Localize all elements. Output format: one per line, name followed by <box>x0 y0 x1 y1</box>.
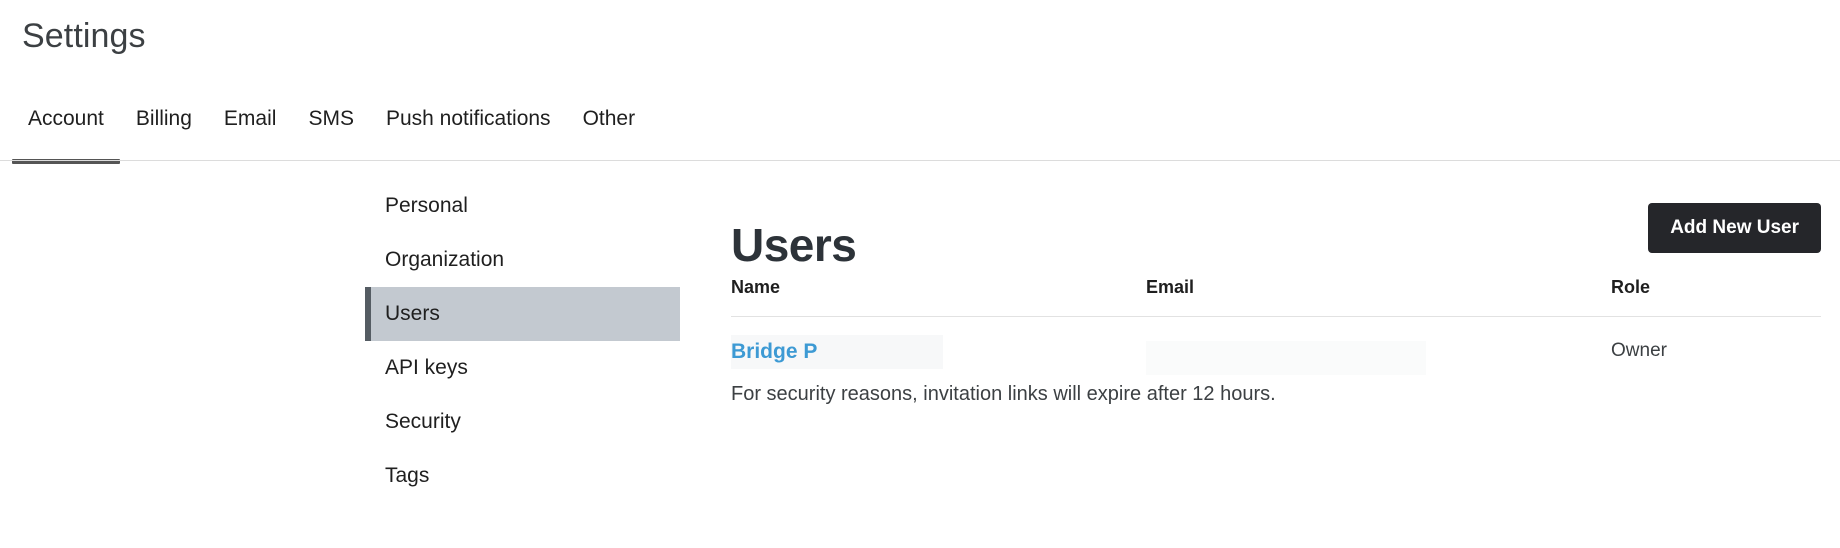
settings-page: Settings Account Billing Email SMS Push … <box>0 0 1840 548</box>
section-title: Users <box>731 218 857 271</box>
tab-other[interactable]: Other <box>567 98 652 134</box>
cell-name: Bridge P <box>731 317 1146 376</box>
tab-bar: Account Billing Email SMS Push notificat… <box>0 98 1840 164</box>
sidebar-item-tags[interactable]: Tags <box>365 449 680 503</box>
users-panel: Users Add New User Name Email Role Bridg… <box>731 163 1821 405</box>
sidebar-item-users[interactable]: Users <box>365 287 680 341</box>
column-header-email[interactable]: Email <box>1146 276 1611 317</box>
users-panel-header: Users Add New User <box>731 163 1821 271</box>
users-table-head: Name Email Role <box>731 276 1821 317</box>
table-header-row: Name Email Role <box>731 276 1821 317</box>
sidebar-item-organization[interactable]: Organization <box>365 233 680 287</box>
column-header-role[interactable]: Role <box>1611 276 1821 317</box>
users-table: Name Email Role Bridge P Owner <box>731 276 1821 375</box>
sidebar-item-security[interactable]: Security <box>365 395 680 449</box>
table-row: Bridge P Owner <box>731 317 1821 376</box>
column-header-name[interactable]: Name <box>731 276 1146 317</box>
invitation-expiry-note: For security reasons, invitation links w… <box>731 383 1276 405</box>
add-new-user-button[interactable]: Add New User <box>1648 203 1821 253</box>
sidebar-item-personal[interactable]: Personal <box>365 179 680 233</box>
tab-billing[interactable]: Billing <box>120 98 208 134</box>
tab-list: Account Billing Email SMS Push notificat… <box>12 98 652 164</box>
settings-sidebar: Personal Organization Users API keys Sec… <box>365 179 680 503</box>
cell-email <box>1146 317 1611 375</box>
users-table-body: Bridge P Owner <box>731 317 1821 376</box>
tab-email[interactable]: Email <box>208 98 293 134</box>
user-name-link[interactable]: Bridge P <box>731 339 817 365</box>
sidebar-item-api-keys[interactable]: API keys <box>365 341 680 395</box>
redaction-block-email <box>1146 341 1426 375</box>
settings-body: Personal Organization Users API keys Sec… <box>0 163 1840 548</box>
tab-bar-divider <box>0 160 1840 161</box>
page-title: Settings <box>22 17 146 55</box>
tab-account[interactable]: Account <box>12 98 120 164</box>
tab-sms[interactable]: SMS <box>292 98 370 134</box>
cell-role: Owner <box>1611 340 1667 361</box>
tab-push-notifications[interactable]: Push notifications <box>370 98 567 134</box>
